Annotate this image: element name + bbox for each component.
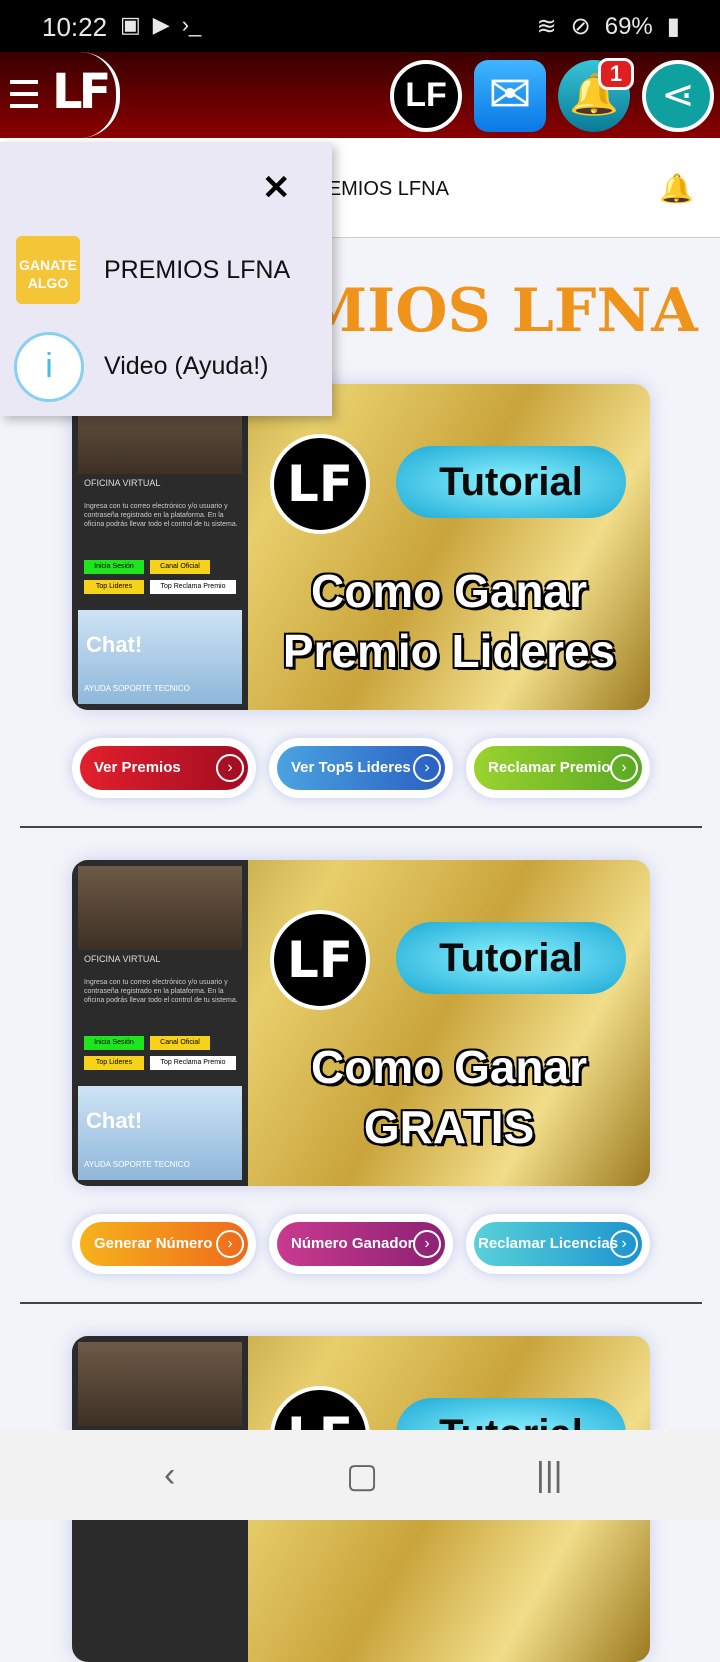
support-label: AYUDA SOPORTE TECNICO — [84, 684, 190, 693]
panel-channel-btn: Canal Oficial — [150, 1036, 210, 1050]
panel-leaders-btn: Top Lideres — [84, 1056, 144, 1070]
card-panel: OFICINA VIRTUAL Ingresa con tu correo el… — [72, 860, 248, 1186]
arrow-right-icon: › — [413, 754, 441, 782]
status-right: ≋ ⊘ 69% ▮ — [537, 12, 680, 41]
panel-channel-btn: Canal Oficial — [150, 560, 210, 574]
panel-claim-btn: Top Reclama Premio — [150, 1056, 236, 1070]
panel-leaders-btn: Top Lideres — [84, 580, 144, 594]
laptop-photo — [78, 1342, 242, 1426]
divider — [20, 1302, 702, 1304]
terminal-icon: ›_ — [181, 12, 202, 37]
battery-percent: 69% — [604, 12, 653, 40]
panel-login-btn: Inicia Sesión — [84, 1036, 144, 1050]
card-line-1: Como Ganar — [310, 565, 588, 617]
numero-ganador-button[interactable]: Número Ganador › — [269, 1214, 453, 1274]
status-time: 10:22 — [42, 12, 108, 42]
chat-label: Chat! — [86, 632, 143, 657]
drawer-item-label: Video (Ayuda!) — [104, 352, 269, 380]
mail-button[interactable]: ✉ — [474, 60, 546, 132]
lf-logo-icon: LF — [52, 64, 111, 120]
drawer-item-video[interactable]: i Video (Ayuda!) — [0, 326, 332, 406]
ver-premios-button[interactable]: Ver Premios › — [72, 738, 256, 798]
drawer-item-label: PREMIOS LFNA — [104, 256, 291, 284]
button-row-1: Ver Premios › Ver Top5 Lideres › Reclama… — [72, 738, 650, 798]
envelope-icon: ✉ — [488, 66, 532, 124]
lf-logo-icon: LF — [270, 910, 370, 1010]
recents-icon[interactable]: ||| — [536, 1456, 563, 1495]
arrow-right-icon: › — [413, 1230, 441, 1258]
dnd-icon: ⊘ — [570, 13, 591, 40]
card-line-1: Como Ganar — [310, 1041, 588, 1093]
support-label: AYUDA SOPORTE TECNICO — [84, 1160, 190, 1169]
lf-logo-icon: LF — [270, 434, 370, 534]
share-button[interactable]: ⋖ — [642, 60, 714, 132]
image-icon: ▣ — [120, 12, 141, 37]
menu-icon[interactable] — [10, 80, 38, 116]
divider — [20, 826, 702, 828]
generar-numero-button[interactable]: Generar Número › — [72, 1214, 256, 1274]
drawer-item-premios[interactable]: GANATE ALGO PREMIOS LFNA — [0, 230, 332, 310]
system-nav-bar: ‹ ▢ ||| — [0, 1430, 720, 1520]
reclamar-premio-button[interactable]: Reclamar Premio › — [466, 738, 650, 798]
status-notification-icons: ▣ ▶ ›_ — [120, 12, 201, 38]
notification-badge: 1 — [598, 58, 634, 90]
back-icon[interactable]: ‹ — [164, 1456, 175, 1495]
arrow-right-icon: › — [216, 754, 244, 782]
tutorial-card-1[interactable]: OFICINA VIRTUAL Ingresa con tu correo el… — [72, 384, 650, 710]
panel-login-btn: Inicia Sesión — [84, 560, 144, 574]
button-row-2: Generar Número › Número Ganador › Reclam… — [72, 1214, 650, 1274]
share-icon: ⋖ — [661, 73, 695, 117]
reclamar-licencias-button[interactable]: Reclamar Licencias › — [466, 1214, 650, 1274]
panel-claim-btn: Top Reclama Premio — [150, 580, 236, 594]
battery-icon: ▮ — [666, 13, 680, 40]
panel-desc: Ingresa con tu correo electrónico y/o us… — [84, 979, 238, 1004]
card-line-2: Premio Lideres — [282, 625, 616, 677]
home-icon[interactable]: ▢ — [346, 1456, 378, 1496]
arrow-right-icon: › — [216, 1230, 244, 1258]
chat-label: Chat! — [86, 1108, 143, 1133]
lf-home-button[interactable]: LF — [390, 60, 462, 132]
close-icon[interactable]: ✕ — [262, 168, 291, 208]
status-bar: 10:22 ▣ ▶ ›_ ≋ ⊘ 69% ▮ — [0, 0, 720, 52]
ver-top5-button[interactable]: Ver Top5 Lideres › — [269, 738, 453, 798]
wifi-icon: ≋ — [536, 13, 557, 40]
tutorial-badge: Tutorial — [396, 446, 626, 518]
arrow-right-icon: › — [610, 1230, 638, 1258]
panel-title: OFICINA VIRTUAL — [84, 954, 161, 964]
panel-desc: Ingresa con tu correo electrónico y/o us… — [84, 503, 238, 528]
header-bell-icon[interactable]: 🔔 — [659, 172, 694, 205]
tutorial-card-2[interactable]: OFICINA VIRTUAL Ingresa con tu correo el… — [72, 860, 650, 1186]
info-icon: i — [14, 332, 84, 402]
gift-icon: GANATE ALGO — [16, 236, 80, 304]
card-panel: OFICINA VIRTUAL Ingresa con tu correo el… — [72, 384, 248, 710]
arrow-right-icon: › — [610, 754, 638, 782]
laptop-photo — [78, 866, 242, 950]
youtube-icon: ▶ — [152, 12, 170, 37]
panel-title: OFICINA VIRTUAL — [84, 478, 161, 488]
app-logo[interactable]: LF — [44, 52, 120, 138]
tutorial-badge: Tutorial — [396, 922, 626, 994]
card-line-2: GRATIS — [363, 1101, 535, 1153]
